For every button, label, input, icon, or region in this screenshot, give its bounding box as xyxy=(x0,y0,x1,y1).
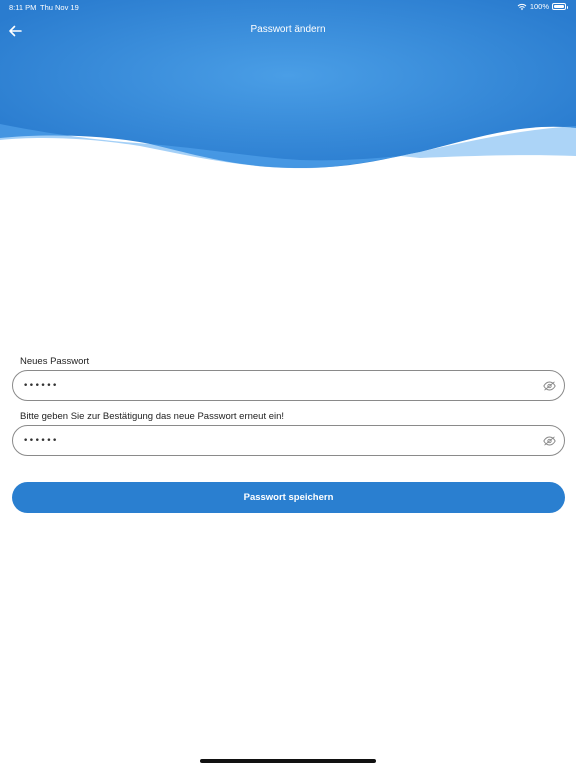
page-title: Passwort ändern xyxy=(250,24,326,35)
battery-icon xyxy=(552,3,568,10)
eye-off-icon xyxy=(542,380,556,391)
toggle-visibility-button[interactable] xyxy=(542,379,556,393)
confirm-password-field-wrapper xyxy=(12,425,565,456)
status-right: 100% xyxy=(517,2,568,11)
wifi-icon xyxy=(517,3,527,10)
header: 8:11 PM Thu Nov 19 100% Passwort ändern xyxy=(0,0,576,180)
status-time: 8:11 PM xyxy=(9,3,37,12)
home-indicator[interactable] xyxy=(200,759,376,763)
confirm-password-input[interactable] xyxy=(23,435,542,446)
password-form: Neues Passwort Bitte geben Sie zur Bestä… xyxy=(12,356,565,513)
toggle-visibility-button[interactable] xyxy=(542,434,556,448)
status-date: Thu Nov 19 xyxy=(40,3,79,12)
eye-off-icon xyxy=(542,435,556,446)
battery-percent: 100% xyxy=(529,2,549,11)
new-password-field-wrapper xyxy=(12,370,565,401)
save-password-button[interactable]: Passwort speichern xyxy=(12,482,565,513)
status-bar: 8:11 PM Thu Nov 19 100% xyxy=(0,0,576,14)
new-password-label: Neues Passwort xyxy=(20,356,90,367)
confirm-password-label: Bitte geben Sie zur Bestätigung das neue… xyxy=(20,411,285,422)
new-password-input[interactable] xyxy=(23,380,542,391)
